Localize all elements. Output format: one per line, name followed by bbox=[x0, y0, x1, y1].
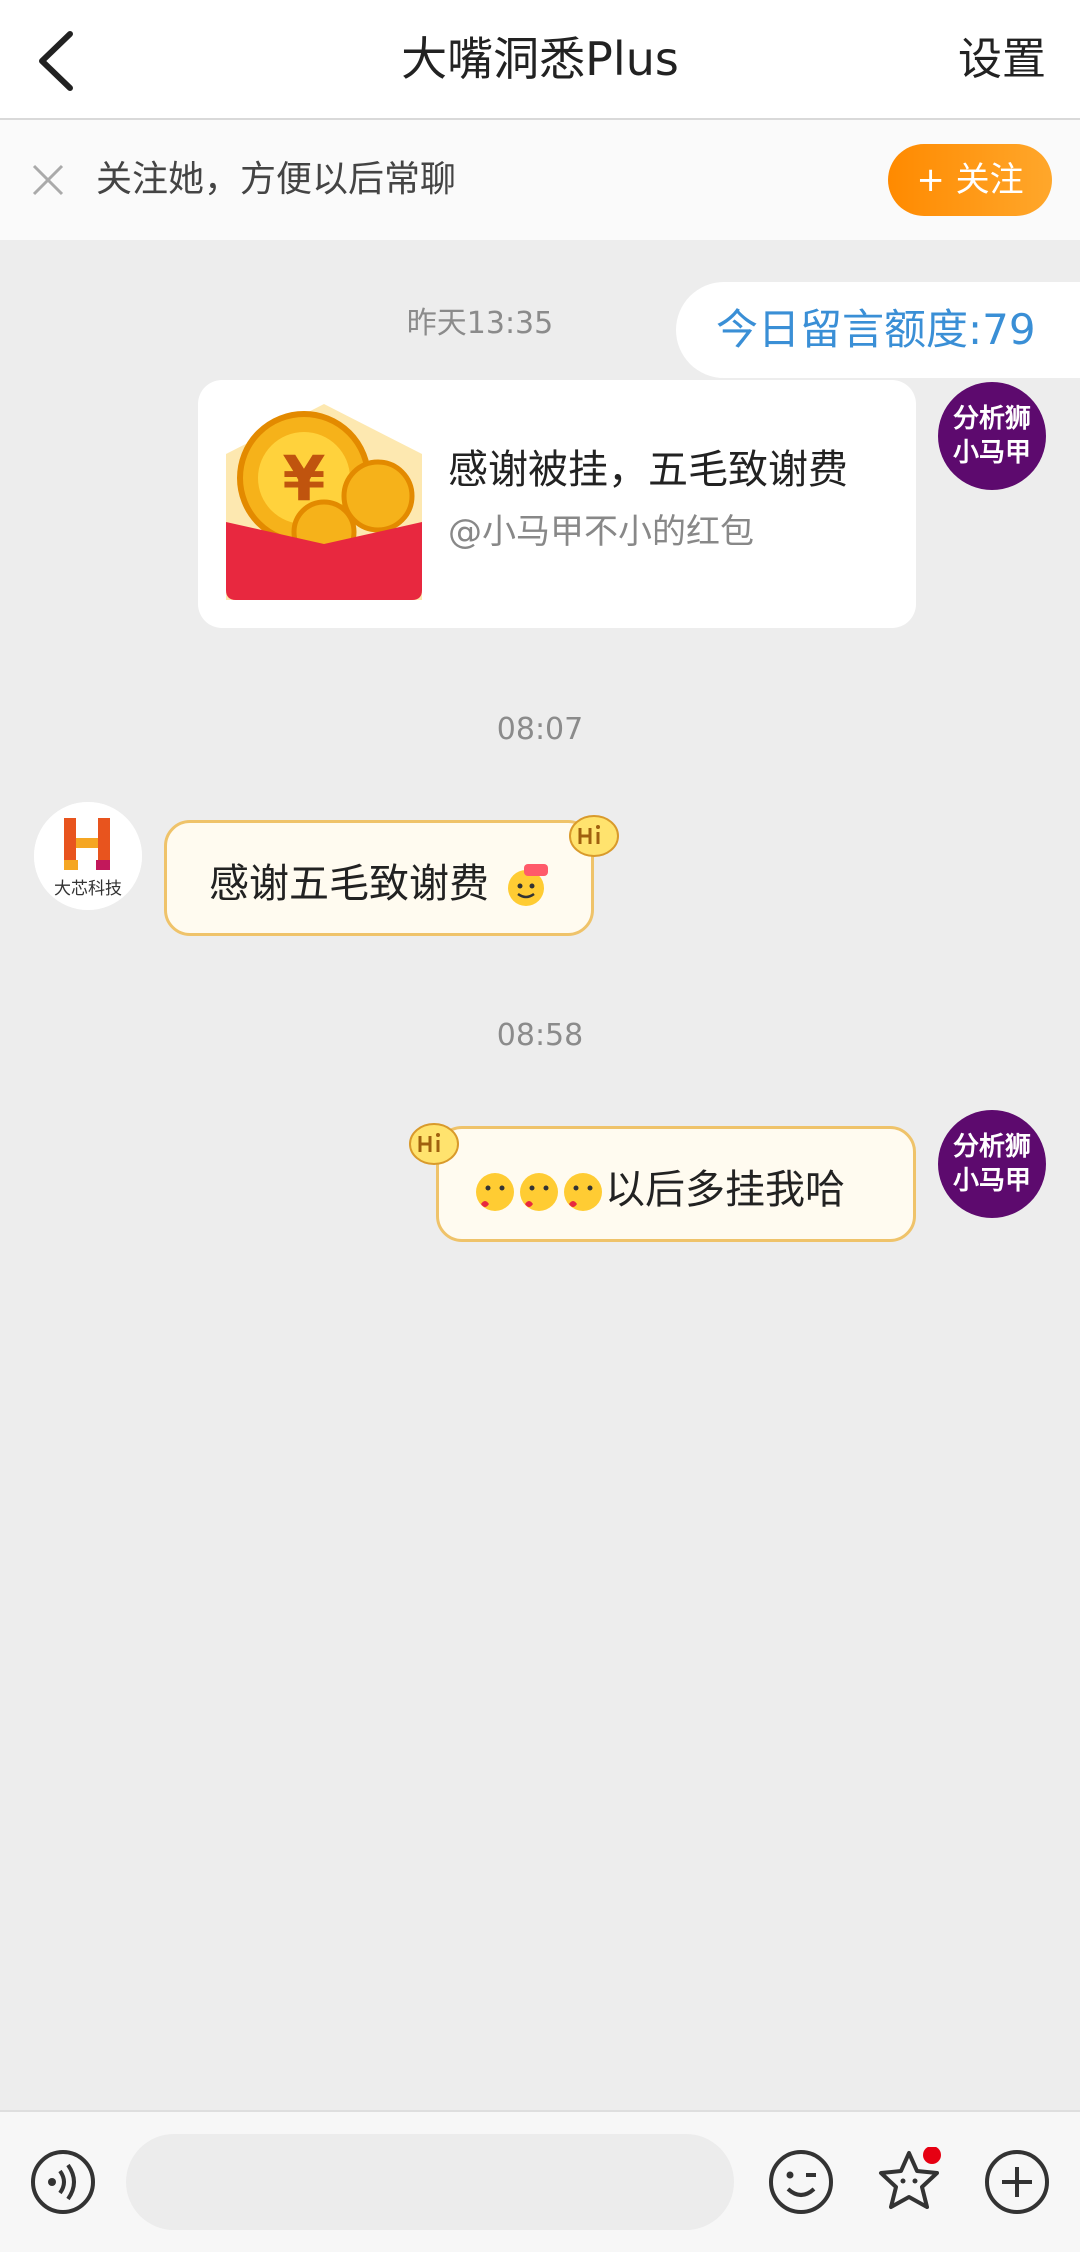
avatar-caption: 大芯科技 bbox=[54, 879, 122, 899]
avatar-line: 分析狮 bbox=[952, 1132, 1031, 1162]
avatar[interactable]: 分析狮 小马甲 bbox=[938, 1110, 1046, 1218]
timestamp: 08:07 bbox=[496, 712, 584, 747]
avatar-line: 分析狮 bbox=[952, 404, 1031, 434]
sticker-icon[interactable] bbox=[874, 2147, 944, 2217]
page-title: 大嘴洞悉Plus bbox=[401, 32, 679, 86]
emoji-icon[interactable] bbox=[766, 2147, 836, 2217]
red-packet-icon: ¥ bbox=[226, 404, 422, 600]
outgoing-message-bubble[interactable]: 以后多挂我哈 bbox=[436, 1126, 916, 1242]
heart-face-emoji-icon bbox=[476, 1173, 514, 1211]
avatar[interactable]: 分析狮 小马甲 bbox=[938, 382, 1046, 490]
heart-face-emoji-icon bbox=[564, 1173, 602, 1211]
message-input[interactable] bbox=[126, 2134, 734, 2230]
follow-banner: 关注她，方便以后常聊 + 关注 bbox=[0, 120, 1080, 240]
quota-notice: 今日留言额度:79 bbox=[676, 282, 1080, 378]
heart-face-emoji-icon bbox=[520, 1173, 558, 1211]
message-text: 感谢五毛致谢费 bbox=[209, 861, 489, 907]
follow-button[interactable]: + 关注 bbox=[888, 144, 1052, 216]
avatar-line: 小马甲 bbox=[952, 1166, 1031, 1196]
timestamp: 08:58 bbox=[496, 1018, 584, 1053]
voice-icon[interactable] bbox=[28, 2147, 98, 2217]
hi-badge-icon bbox=[569, 815, 619, 857]
top-bar: 大嘴洞悉Plus 设置 bbox=[0, 0, 1080, 120]
follow-prompt-text: 关注她，方便以后常聊 bbox=[96, 159, 457, 200]
red-packet-message[interactable]: ¥ 感谢被挂，五毛致谢费 @小马甲不小的红包 bbox=[198, 380, 916, 628]
red-packet-title: 感谢被挂，五毛致谢费 bbox=[448, 447, 848, 493]
emoji-666-icon bbox=[507, 864, 548, 906]
avatar-line: 小马甲 bbox=[952, 438, 1031, 468]
settings-button[interactable]: 设置 bbox=[958, 30, 1046, 90]
avatar[interactable]: 大芯科技 bbox=[34, 802, 142, 910]
composer-bar bbox=[0, 2110, 1080, 2252]
message-text: 以后多挂我哈 bbox=[605, 1167, 845, 1213]
close-icon[interactable] bbox=[30, 162, 66, 198]
incoming-message-bubble[interactable]: 感谢五毛致谢费 bbox=[164, 820, 594, 936]
hi-badge-icon bbox=[409, 1123, 459, 1165]
red-packet-sender: @小马甲不小的红包 bbox=[448, 512, 754, 552]
plus-icon[interactable] bbox=[982, 2147, 1052, 2217]
